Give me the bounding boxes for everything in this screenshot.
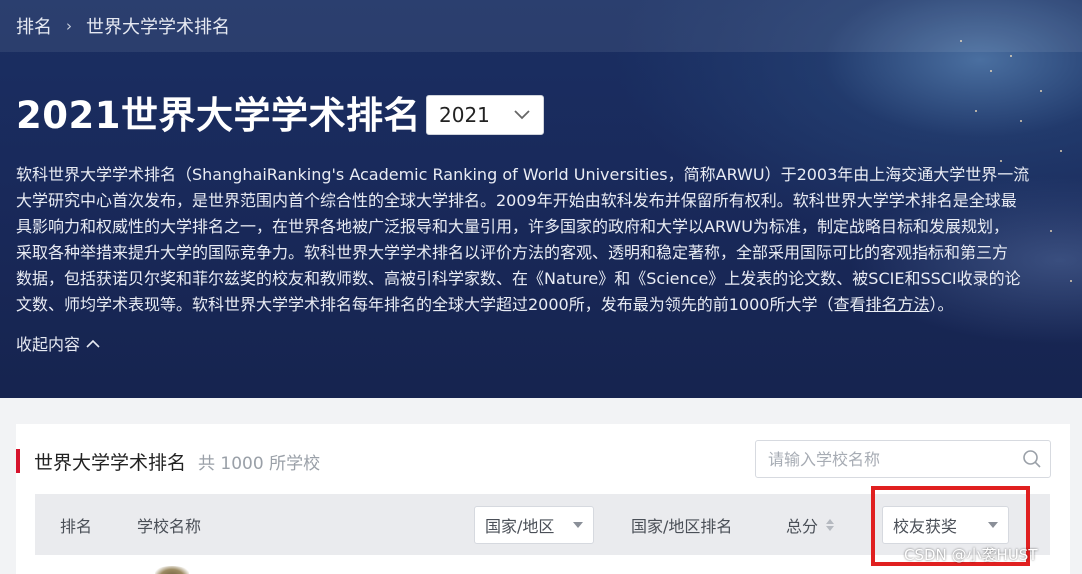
col-country-rank: 国家/地区排名 [631, 516, 733, 536]
year-select[interactable]: 2021 [426, 95, 544, 135]
accent-bar [16, 449, 20, 473]
collapse-toggle[interactable]: 收起内容 [16, 331, 100, 355]
collapse-label: 收起内容 [16, 335, 81, 354]
breadcrumb-separator-icon: › [66, 17, 72, 35]
page-title: 2021世界大学学术排名 [16, 94, 421, 137]
school-logo [155, 566, 189, 574]
search-icon[interactable] [1022, 449, 1042, 469]
intro-line-text: 文数、师均学术表现等。软科世界大学学术排名每年排名的全球大学超过2000所，发布… [16, 295, 866, 314]
col-rank: 排名 [60, 516, 93, 536]
intro-line: 软科世界大学学术排名（ShanghaiRanking's Academic Ra… [16, 165, 1030, 184]
country-filter-select[interactable]: 国家/地区 [474, 506, 594, 544]
intro-line: 文数、师均学术表现等。软科世界大学学术排名每年排名的全球大学超过2000所，发布… [16, 292, 1076, 318]
intro-line-end: ）。 [929, 295, 954, 314]
year-select-value: 2021 [439, 103, 490, 127]
intro-line: 大学研究中心首次发布，是世界范围内首个综合性的全球大学排名。2009年开始由软科… [16, 191, 1017, 210]
breadcrumb: 排名 › 世界大学学术排名 [0, 0, 1082, 52]
watermark: CSDN @小袭HUST [904, 546, 1038, 564]
col-school: 学校名称 [137, 516, 202, 536]
school-count: 共 1000 所学校 [198, 453, 321, 474]
search-input[interactable] [756, 441, 996, 477]
panel-header: 世界大学学术排名 共 1000 所学校 [16, 446, 320, 476]
panel-title: 世界大学学术排名 [34, 451, 187, 474]
total-score-label: 总分 [786, 516, 819, 536]
breadcrumb-root-link[interactable]: 排名 [16, 13, 52, 39]
methodology-link[interactable]: 排名方法 [865, 295, 929, 314]
caret-down-icon [573, 522, 583, 528]
sort-icon[interactable] [826, 518, 835, 531]
chevron-up-icon [86, 339, 100, 348]
intro-line: 采取各种举措来提升大学的国际竞争力。软科世界大学学术排名以评价方法的客观、透明和… [16, 243, 1009, 262]
chevron-down-icon [514, 110, 530, 120]
col-total-score[interactable]: 总分 [786, 494, 835, 555]
country-filter-label: 国家/地区 [485, 517, 555, 536]
breadcrumb-current: 世界大学学术排名 [86, 17, 230, 38]
intro-line: 具影响力和权威性的大学排名之一，在世界各地被广泛报导和大量引用，许多国家的政府和… [16, 217, 1009, 236]
school-search [755, 440, 1051, 478]
intro-text: 软科世界大学学术排名（ShanghaiRanking's Academic Ra… [16, 162, 1076, 318]
intro-line: 数据，包括获诺贝尔奖和菲尔兹奖的校友和教师数、高被引科学家数、在《Nature》… [16, 269, 1021, 288]
